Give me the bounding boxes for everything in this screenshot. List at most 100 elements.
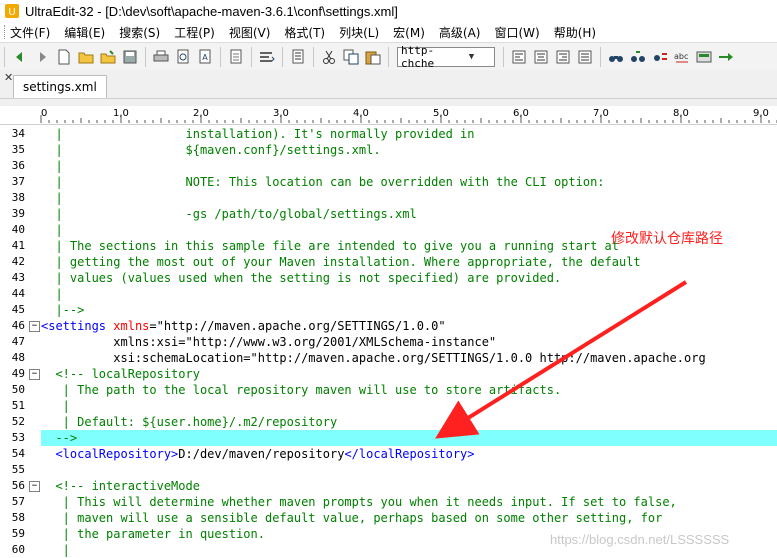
close-icon[interactable]: ✕: [4, 71, 13, 84]
line-number: 47: [11, 335, 25, 348]
line-number: 42: [11, 255, 25, 268]
hex-icon[interactable]: [288, 47, 308, 67]
align-right-icon[interactable]: [553, 47, 573, 67]
svg-text:U: U: [8, 7, 15, 18]
line-number: 58: [11, 511, 25, 524]
line-number: 51: [11, 399, 25, 412]
abc-icon[interactable]: abc: [672, 47, 692, 67]
comment-text: | Default: ${user.home}/.m2/repository: [41, 415, 338, 429]
line-number: 55: [11, 463, 25, 476]
menu-project[interactable]: 工程(P): [174, 24, 215, 41]
line-number: 41: [11, 239, 25, 252]
toolbar-sep: [145, 47, 146, 67]
line-number: 54: [11, 447, 25, 460]
toolbar-sep: [282, 47, 283, 67]
spell-check-icon[interactable]: A: [195, 47, 215, 67]
wrap-icon[interactable]: [257, 47, 277, 67]
line-number: 35: [11, 143, 25, 156]
menu-format[interactable]: 格式(T): [284, 24, 325, 41]
editor-text-area[interactable]: | installation). It's normally provided …: [41, 125, 777, 558]
ruler-label: 2,0: [193, 108, 209, 119]
copy-icon[interactable]: [341, 47, 361, 67]
xml-tag: <settings: [41, 319, 107, 333]
code-line: | This will determine whether maven prom…: [41, 494, 677, 510]
open-icon[interactable]: [98, 47, 118, 67]
menu-search[interactable]: 搜索(S): [119, 24, 160, 41]
chevron-down-icon[interactable]: ▼: [446, 49, 494, 65]
line-number: 45: [11, 303, 25, 316]
cut-icon[interactable]: [319, 47, 339, 67]
menu-help[interactable]: 帮助(H): [554, 24, 596, 41]
local-repository-value: D:/dev/maven/repository: [178, 447, 345, 461]
open-folder-icon[interactable]: [76, 47, 96, 67]
comment-text: | This will determine whether maven prom…: [41, 495, 677, 509]
comment-text: | The path to the local repository maven…: [41, 383, 562, 397]
compare-icon[interactable]: [694, 47, 714, 67]
code-line: xsi:schemaLocation="http://maven.apache.…: [41, 350, 705, 366]
menu-advanced[interactable]: 高级(A): [439, 24, 481, 41]
line-number: 37: [11, 175, 25, 188]
code-line: | maven will use a sensible default valu…: [41, 510, 663, 526]
line-number: 53: [11, 431, 25, 444]
print-icon[interactable]: [151, 47, 171, 67]
menu-edit[interactable]: 编辑(E): [64, 24, 105, 41]
xml-attribute-line: xmlns:xsi="http://www.w3.org/2001/XMLSch…: [41, 335, 497, 349]
align-left-icon[interactable]: [509, 47, 529, 67]
paste-icon[interactable]: [363, 47, 383, 67]
code-line: | getting the most out of your Maven ins…: [41, 254, 641, 270]
tab-settings-xml[interactable]: settings.xml: [13, 75, 107, 98]
save-icon[interactable]: [120, 47, 140, 67]
ruler-label: 5,0: [433, 108, 449, 119]
line-number: 43: [11, 271, 25, 284]
toolbar-sep: [220, 47, 221, 67]
menu-view[interactable]: 视图(V): [229, 24, 271, 41]
toolbar-sep: [251, 47, 252, 67]
code-line: <settings xmlns="http://maven.apache.org…: [41, 318, 446, 334]
comment-text: | getting the most out of your Maven ins…: [41, 255, 641, 269]
svg-text:abc: abc: [674, 52, 688, 61]
menu-macro[interactable]: 宏(M): [393, 24, 425, 41]
code-line: | values (values used when the setting i…: [41, 270, 561, 286]
code-line: <localRepository>D:/dev/maven/repository…: [41, 446, 474, 462]
ruler-label: 9,0: [753, 108, 769, 119]
code-line: | ${maven.conf}/settings.xml.: [41, 142, 381, 158]
justify-icon[interactable]: [575, 47, 595, 67]
code-line: | The path to the local repository maven…: [41, 382, 562, 398]
fold-toggle-icon[interactable]: −: [29, 321, 40, 332]
print-preview-icon[interactable]: [173, 47, 193, 67]
back-icon[interactable]: [10, 47, 30, 67]
code-line: |-->: [41, 302, 84, 318]
new-file-icon[interactable]: [54, 47, 74, 67]
comment-text: <!-- localRepository: [41, 367, 200, 381]
page-icon[interactable]: [226, 47, 246, 67]
ruler-svg: 0 1,0 2,0 3,0 4,0 5,0 6,0 7,0 8,0 9,0: [40, 108, 777, 123]
xml-attribute: xmlns: [113, 319, 150, 333]
comment-text: |-->: [41, 303, 85, 317]
code-line: | Default: ${user.home}/.m2/repository: [41, 414, 338, 430]
line-number: 44: [11, 287, 25, 300]
find-icon[interactable]: [606, 47, 626, 67]
toolbar: A http-chche ▼ abc: [0, 42, 777, 72]
watermark: https://blog.csdn.net/LSSSSSS: [550, 532, 730, 547]
line-number-gutter: 34 35 36 37 38 39 40 41 42 43 44 45 46 47 48 49 50 51 52 53…: [0, 125, 27, 558]
menu-column[interactable]: 列块(L): [339, 24, 379, 41]
ruler-label: 4,0: [353, 108, 369, 119]
syntax-highlight-combo[interactable]: http-chche ▼: [397, 44, 495, 70]
line-number: 50: [11, 383, 25, 396]
svg-text:A: A: [202, 53, 208, 62]
menu-window[interactable]: 窗口(W): [494, 24, 539, 41]
code-line: | the parameter in question.: [41, 526, 265, 542]
find-next-icon[interactable]: [628, 47, 648, 67]
replace-icon[interactable]: [650, 47, 670, 67]
code-line: |: [41, 222, 62, 238]
tile-icon[interactable]: [716, 47, 736, 67]
line-number: 48: [11, 351, 25, 364]
comment-text: -->: [41, 431, 78, 445]
fold-toggle-icon[interactable]: −: [29, 369, 40, 380]
align-center-icon[interactable]: [531, 47, 551, 67]
forward-icon[interactable]: [32, 47, 52, 67]
line-number: 60: [11, 543, 25, 556]
fold-toggle-icon[interactable]: −: [29, 481, 40, 492]
comment-text: | ${maven.conf}/settings.xml.: [41, 143, 381, 157]
menu-file[interactable]: 文件(F): [10, 24, 50, 41]
